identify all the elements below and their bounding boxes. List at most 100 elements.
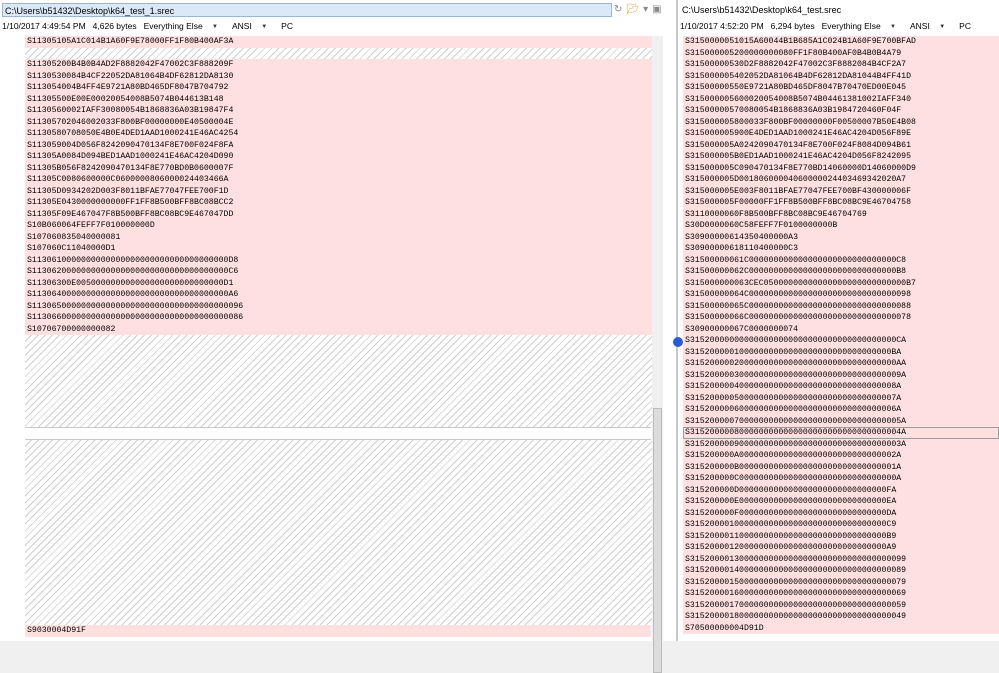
code-line: S315200000300000000000000000000000000000… — [683, 369, 999, 381]
code-line: S11305F09E467047F8B500BFF8BC08BC9E467047… — [25, 208, 663, 220]
left-timestamp: 1/10/2017 4:49:54 PM — [2, 21, 86, 31]
code-line: S315200001000000000000000000000000000000… — [683, 519, 999, 531]
code-line: S1130530084B4CF22052DA81064B4DF62812DA81… — [25, 70, 663, 82]
code-line: S315200000100000000000000000000000000000… — [683, 346, 999, 358]
code-line: S11305A0084D094BED1AAD1000241E46AC4204D0… — [25, 151, 663, 163]
code-line: S11305B056F8242090470134F8E770BD0B060000… — [25, 162, 663, 174]
code-line: S11305D0934202D003F8011BFAE77047FEE700F1… — [25, 185, 663, 197]
left-file-size: 4,626 bytes — [92, 21, 137, 31]
code-line: S10B060064FEFF7F010000000D — [25, 220, 663, 232]
code-line: S11305500E00E00020054008B5074B044613B148 — [25, 93, 663, 105]
code-line: S113054004B4FF4E9721A80BD465DF8047B70479… — [25, 82, 663, 94]
right-line-endings[interactable]: PC — [959, 20, 971, 32]
code-line: S113059004D056F8242090470134F8E700F024F8… — [25, 139, 663, 151]
code-line: S107060C11040000D1 — [25, 243, 663, 255]
save-icon[interactable]: ▣ — [652, 3, 661, 17]
left-format-select[interactable]: Everything Else ▼ — [144, 20, 225, 32]
left-line-endings[interactable]: PC — [281, 20, 293, 32]
code-line: S107060835040000081 — [25, 231, 663, 243]
code-line: S31500000061C000000000000000000000000000… — [683, 254, 999, 266]
left-missing-block — [25, 335, 663, 427]
code-line: S31500000570080054B1868836A03B1984720460… — [683, 105, 999, 117]
code-line: S315200001200000000000000000000000000000… — [683, 542, 999, 554]
chevron-down-icon: ▼ — [890, 23, 896, 30]
chevron-down-icon[interactable]: ▾ — [643, 3, 648, 17]
right-encoding-select[interactable]: ANSI ▼ — [910, 20, 952, 32]
code-line: S31500000066C000000000000000000000000000… — [683, 312, 999, 324]
code-line: S315000005E003F8011BFAE77047FEE700BF4300… — [683, 185, 999, 197]
code-line: S315200000000000000000000000000000000000… — [683, 335, 999, 347]
code-line: S315200000E00000000000000000000000000000… — [683, 496, 999, 508]
code-line: S315000005800033F800BF00000000F00500007B… — [683, 116, 999, 128]
code-line: S11305C0080600000C0600000806000024403466… — [25, 174, 663, 186]
chevron-down-icon: ▼ — [212, 23, 218, 30]
code-line: S113061000000000000000000000000000000000… — [25, 254, 663, 266]
code-line: S70500000004D91D — [683, 622, 999, 634]
code-line: S315200001100000000000000000000000000000… — [683, 530, 999, 542]
code-line: S315200000F00000000000000000000000000000… — [683, 507, 999, 519]
code-line: S11305E0430000000000FF1FF8B500BFF8BC08BC… — [25, 197, 663, 209]
right-file-size: 6,294 bytes — [770, 21, 815, 31]
code-line: S315200000600000000000000000000000000000… — [683, 404, 999, 416]
code-line: S1130580708050E4B0E4DED1AAD1000241E46AC4… — [25, 128, 663, 140]
folder-open-icon[interactable]: 📂︎ — [626, 3, 639, 17]
code-line: S30900000067C0000000074 — [683, 323, 999, 335]
code-line — [25, 47, 663, 59]
refresh-icon[interactable]: ↻ — [614, 3, 622, 17]
left-last-line: S9030004D91F — [25, 625, 651, 637]
code-line: S11305702046002033F800BF00000000E4050000… — [25, 116, 663, 128]
code-line: S315200000B00000000000000000000000000000… — [683, 461, 999, 473]
right-file-path-input[interactable]: C:\Users\b51432\Desktop\k64_test.srec — [680, 3, 990, 17]
code-line: S31500000064C000000000000000000000000000… — [683, 289, 999, 301]
code-line: S315000005A0242090470134F8E700F024F8084D… — [683, 139, 999, 151]
code-line: S30900000614350400000A3 — [683, 231, 999, 243]
code-line: S315200001600000000000000000000000000000… — [683, 588, 999, 600]
left-encoding-select[interactable]: ANSI ▼ — [232, 20, 274, 32]
code-line: S315000005600020054008B5074B04461381002I… — [683, 93, 999, 105]
left-info-bar: 1/10/2017 4:49:54 PM 4,626 bytes Everyth… — [2, 20, 300, 32]
code-line: S31500000530D2F8882042F47002C3F8882084B4… — [683, 59, 999, 71]
code-line: S113066000000000000000000000000000000000… — [25, 312, 663, 324]
right-format-select[interactable]: Everything Else ▼ — [822, 20, 903, 32]
code-line: S10706700000000082 — [25, 323, 663, 335]
right-info-bar: 1/10/2017 4:52:20 PM 6,294 bytes Everyth… — [680, 20, 978, 32]
left-text-area[interactable]: S11305105A1C014B1A60F9E78000FF1F80B400AF… — [25, 36, 663, 673]
left-toolbar: ↻ 📂︎ ▾ ▣ — [614, 3, 662, 17]
code-line: S113064000000000000000000000000000000000… — [25, 289, 663, 301]
code-line: S315000005402052DA81064B4DF62812DA81044B… — [683, 70, 999, 82]
left-vertical-scrollbar[interactable] — [652, 36, 663, 673]
code-line: S315200001500000000000000000000000000000… — [683, 576, 999, 588]
code-line: S315200001700000000000000000000000000000… — [683, 599, 999, 611]
code-line: S31500000065C000000000000000000000000000… — [683, 300, 999, 312]
left-gutter — [0, 36, 24, 641]
code-line: S31500000062C000000000000000000000000000… — [683, 266, 999, 278]
code-line: S113065000000000000000000000000000000000… — [25, 300, 663, 312]
code-line: S315200001400000000000000000000000000000… — [683, 565, 999, 577]
code-line: S315200000700000000000000000000000000000… — [683, 415, 999, 427]
code-line: S3150000051015A60044B1B685A1C024B1A60F9E… — [683, 36, 999, 48]
code-line: S315000005900E4DED1AAD1000241E46AC4204D0… — [683, 128, 999, 140]
code-line: S30900000618110400000C3 — [683, 243, 999, 255]
code-line: S11305105A1C014B1A60F9E78000FF1F80B400AF… — [25, 36, 663, 48]
code-line: S11305200B4B0B4AD2F8882042F47002C3F88820… — [25, 59, 663, 71]
code-line: S315000005200000000080FF1F80B400AF0B4B0B… — [683, 47, 999, 59]
right-text-area[interactable]: S3150000051015A60044B1B685A1C024B1A60F9E… — [673, 36, 999, 641]
right-file-pane: C:\Users\b51432\Desktop\k64_test.srec 1/… — [673, 0, 999, 641]
code-line: S30D0000060C58FEFF7F0100000000B — [683, 220, 999, 232]
left-missing-block — [25, 440, 663, 625]
code-line: S315200000800000000000000000000000000000… — [683, 427, 999, 439]
code-line: S315200001800000000000000000000000000000… — [683, 611, 999, 623]
right-timestamp: 1/10/2017 4:52:20 PM — [680, 21, 764, 31]
cursor-marker-icon — [673, 337, 683, 347]
chevron-down-icon: ▼ — [261, 23, 268, 30]
code-line: S1130560002IAFF30080054B1868836A03B19847… — [25, 105, 663, 117]
code-line: S113062000000000000000000000000000000000… — [25, 266, 663, 278]
code-line: S31500000550E9721A80BD465DF8047B70470ED0… — [683, 82, 999, 94]
code-line: S315200000500000000000000000000000000000… — [683, 392, 999, 404]
left-file-path-input[interactable]: C:\Users\b51432\Desktop\k64_test_1.srec — [2, 3, 612, 17]
code-line: S315200000400000000000000000000000000000… — [683, 381, 999, 393]
code-line: S3110000060F8B500BFF8BC08BC9E46704769 — [683, 208, 999, 220]
left-scroll-thumb[interactable] — [653, 408, 662, 673]
code-line: S315200000C00000000000000000000000000000… — [683, 473, 999, 485]
code-line: S315200001300000000000000000000000000000… — [683, 553, 999, 565]
